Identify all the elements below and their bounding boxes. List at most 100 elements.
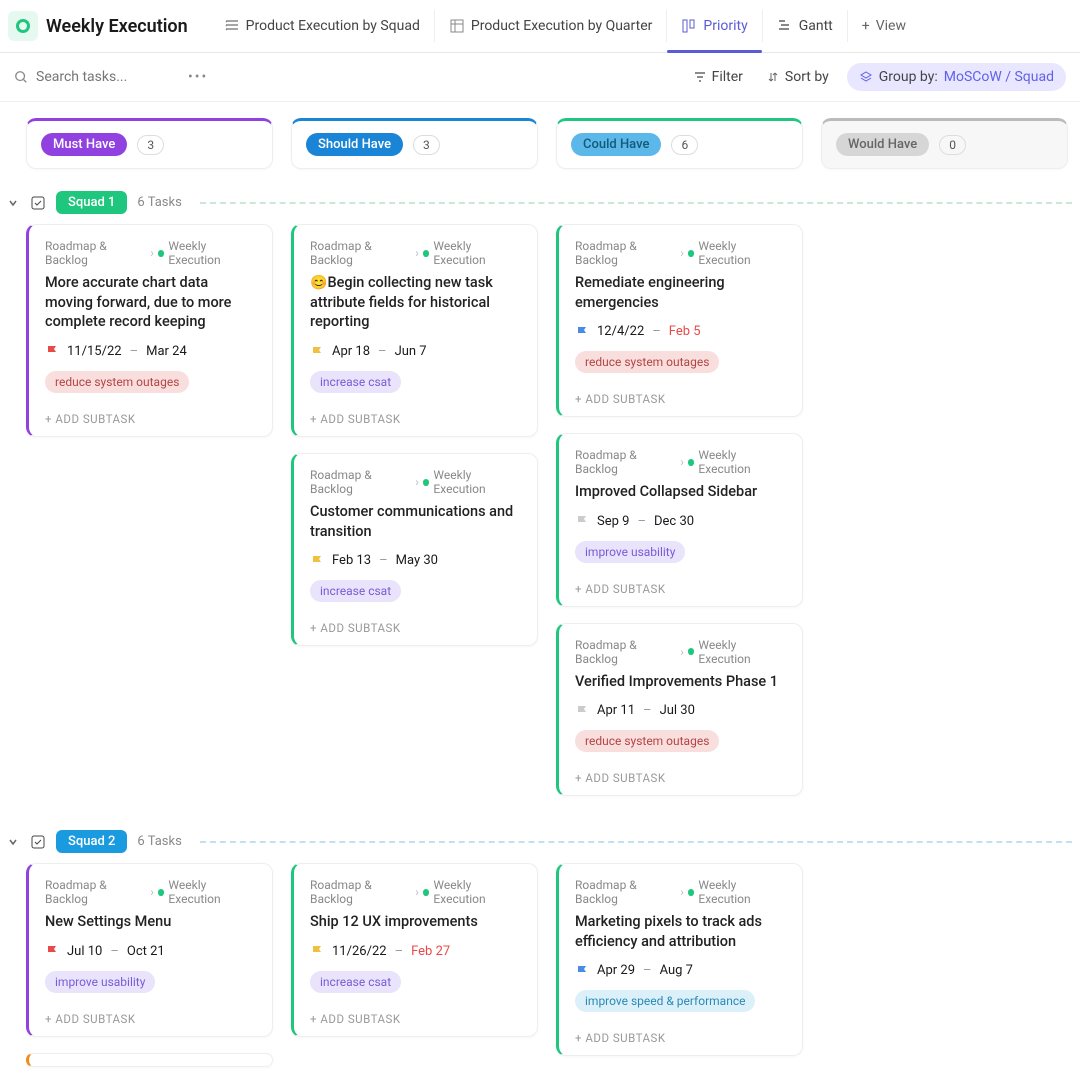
task-card[interactable]: Roadmap & Backlog› Weekly Execution Mark…: [556, 863, 803, 1056]
group-by-value: MoSCoW / Squad: [944, 69, 1054, 85]
date-row: 11/15/22– Mar 24: [45, 344, 256, 359]
add-subtask[interactable]: ADD SUBTASK: [575, 760, 786, 785]
col-should: Roadmap & Backlog› Weekly Execution Ship…: [291, 863, 538, 1037]
add-subtask[interactable]: ADD SUBTASK: [45, 1001, 256, 1026]
breadcrumb: Roadmap & Backlog› Weekly Execution: [575, 239, 786, 267]
layers-icon: [859, 70, 873, 84]
add-subtask[interactable]: ADD SUBTASK: [575, 1020, 786, 1045]
checkbox-icon: [30, 195, 46, 211]
squad-pill[interactable]: Squad 2: [56, 830, 127, 853]
status-dot-icon: [423, 250, 430, 257]
search-icon: [14, 70, 28, 84]
col-must: Roadmap & Backlog› Weekly Execution New …: [26, 863, 273, 1067]
view-tabs: Product Execution by Squad Product Execu…: [210, 10, 920, 42]
tag[interactable]: increase csat: [310, 971, 401, 993]
group-header-squad2: Squad 2 6 Tasks: [0, 816, 1080, 863]
page-title: Weekly Execution: [46, 16, 188, 37]
task-card[interactable]: Roadmap & Backlog› Weekly Execution Ship…: [291, 863, 538, 1037]
tag[interactable]: reduce system outages: [45, 371, 189, 393]
list-icon: [224, 18, 240, 34]
squad-pill[interactable]: Squad 1: [56, 191, 127, 214]
more-menu[interactable]: •••: [188, 69, 208, 85]
task-card[interactable]: Roadmap & Backlog› Weekly Execution Impr…: [556, 433, 803, 607]
task-count: 6 Tasks: [137, 834, 181, 849]
flag-icon: [575, 514, 589, 528]
collapse-toggle[interactable]: [8, 837, 20, 847]
tab-label: Gantt: [799, 18, 833, 34]
card-title: New Settings Menu: [45, 912, 256, 932]
app-logo: [8, 11, 38, 41]
status-dot-icon: [423, 889, 430, 896]
pill-must: Must Have: [41, 133, 127, 156]
add-subtask[interactable]: ADD SUBTASK: [575, 381, 786, 406]
search-input[interactable]: [36, 69, 176, 85]
col-should: Roadmap & Backlog› Weekly Execution 😊Beg…: [291, 224, 538, 646]
count-could: 6: [671, 135, 698, 155]
col-head-would: Would Have 0: [821, 118, 1068, 169]
flag-icon: [575, 704, 589, 718]
task-card[interactable]: Roadmap & Backlog› Weekly Execution 😊Beg…: [291, 224, 538, 437]
tag[interactable]: improve usability: [575, 541, 685, 563]
add-subtask[interactable]: ADD SUBTASK: [45, 401, 256, 426]
breadcrumb: Roadmap & Backlog› Weekly Execution: [45, 239, 256, 267]
top-nav: Weekly Execution Product Execution by Sq…: [0, 0, 1080, 53]
flag-icon: [45, 944, 59, 958]
tab-exec-by-quarter[interactable]: Product Execution by Quarter: [435, 10, 668, 42]
task-card[interactable]: Roadmap & Backlog› Weekly Execution New …: [26, 863, 273, 1037]
status-dot-icon: [158, 889, 165, 896]
filter-button[interactable]: Filter: [688, 65, 749, 89]
group-by-button[interactable]: Group by: MoSCoW / Squad: [847, 63, 1066, 91]
task-card[interactable]: Roadmap & Backlog› Weekly Execution Cust…: [291, 453, 538, 646]
pill-would: Would Have: [836, 133, 929, 156]
add-view-button[interactable]: + View: [848, 10, 920, 42]
add-subtask[interactable]: ADD SUBTASK: [310, 1001, 521, 1026]
pill-could: Could Have: [571, 133, 661, 156]
checkbox-icon: [30, 834, 46, 850]
task-card[interactable]: Roadmap & Backlog› Weekly Execution Reme…: [556, 224, 803, 417]
tag[interactable]: reduce system outages: [575, 351, 719, 373]
card-title: Ship 12 UX improvements: [310, 912, 521, 932]
sort-button[interactable]: Sort by: [761, 65, 835, 89]
task-count: 6 Tasks: [137, 195, 181, 210]
date-row: Feb 13– May 30: [310, 553, 521, 568]
task-card[interactable]: Roadmap & Backlog› Weekly Execution More…: [26, 224, 273, 437]
status-dot-icon: [688, 250, 695, 257]
card-title: Remediate engineering emergencies: [575, 273, 786, 312]
search-wrap: [14, 69, 176, 85]
task-card[interactable]: Roadmap & Backlog› Weekly Execution Veri…: [556, 623, 803, 797]
col-head-should: Should Have 3: [291, 118, 538, 169]
add-subtask[interactable]: ADD SUBTASK: [310, 610, 521, 635]
col-head-could: Could Have 6: [556, 118, 803, 169]
col-could: Roadmap & Backlog› Weekly Execution Reme…: [556, 224, 803, 796]
breadcrumb: Roadmap & Backlog› Weekly Execution: [575, 448, 786, 476]
board-squad2: Roadmap & Backlog› Weekly Execution New …: [0, 863, 1080, 1087]
add-subtask[interactable]: ADD SUBTASK: [575, 571, 786, 596]
sort-icon: [767, 71, 779, 83]
date-row: Jul 10– Oct 21: [45, 944, 256, 959]
flag-icon: [310, 554, 324, 568]
tag[interactable]: increase csat: [310, 371, 401, 393]
table-icon: [449, 18, 465, 34]
tag[interactable]: improve speed & performance: [575, 990, 755, 1012]
status-dot-icon: [688, 889, 695, 896]
col-must: Roadmap & Backlog› Weekly Execution More…: [26, 224, 273, 437]
group-header-squad1: Squad 1 6 Tasks: [0, 177, 1080, 224]
tag[interactable]: increase csat: [310, 580, 401, 602]
card-title: Verified Improvements Phase 1: [575, 672, 786, 692]
count-would: 0: [939, 135, 966, 155]
task-card-partial[interactable]: [26, 1053, 273, 1067]
tab-exec-by-squad[interactable]: Product Execution by Squad: [210, 10, 435, 42]
breadcrumb: Roadmap & Backlog› Weekly Execution: [575, 878, 786, 906]
card-title: 😊Begin collecting new task attribute fie…: [310, 273, 521, 332]
add-subtask[interactable]: ADD SUBTASK: [310, 401, 521, 426]
tag[interactable]: improve usability: [45, 971, 155, 993]
flag-icon: [575, 325, 589, 339]
collapse-toggle[interactable]: [8, 198, 20, 208]
count-must: 3: [137, 135, 164, 155]
col-head-must: Must Have 3: [26, 118, 273, 169]
tab-priority[interactable]: Priority: [667, 10, 762, 42]
tag[interactable]: reduce system outages: [575, 730, 719, 752]
tab-gantt[interactable]: Gantt: [763, 10, 848, 42]
breadcrumb: Roadmap & Backlog› Weekly Execution: [310, 878, 521, 906]
status-dot-icon: [688, 459, 695, 466]
